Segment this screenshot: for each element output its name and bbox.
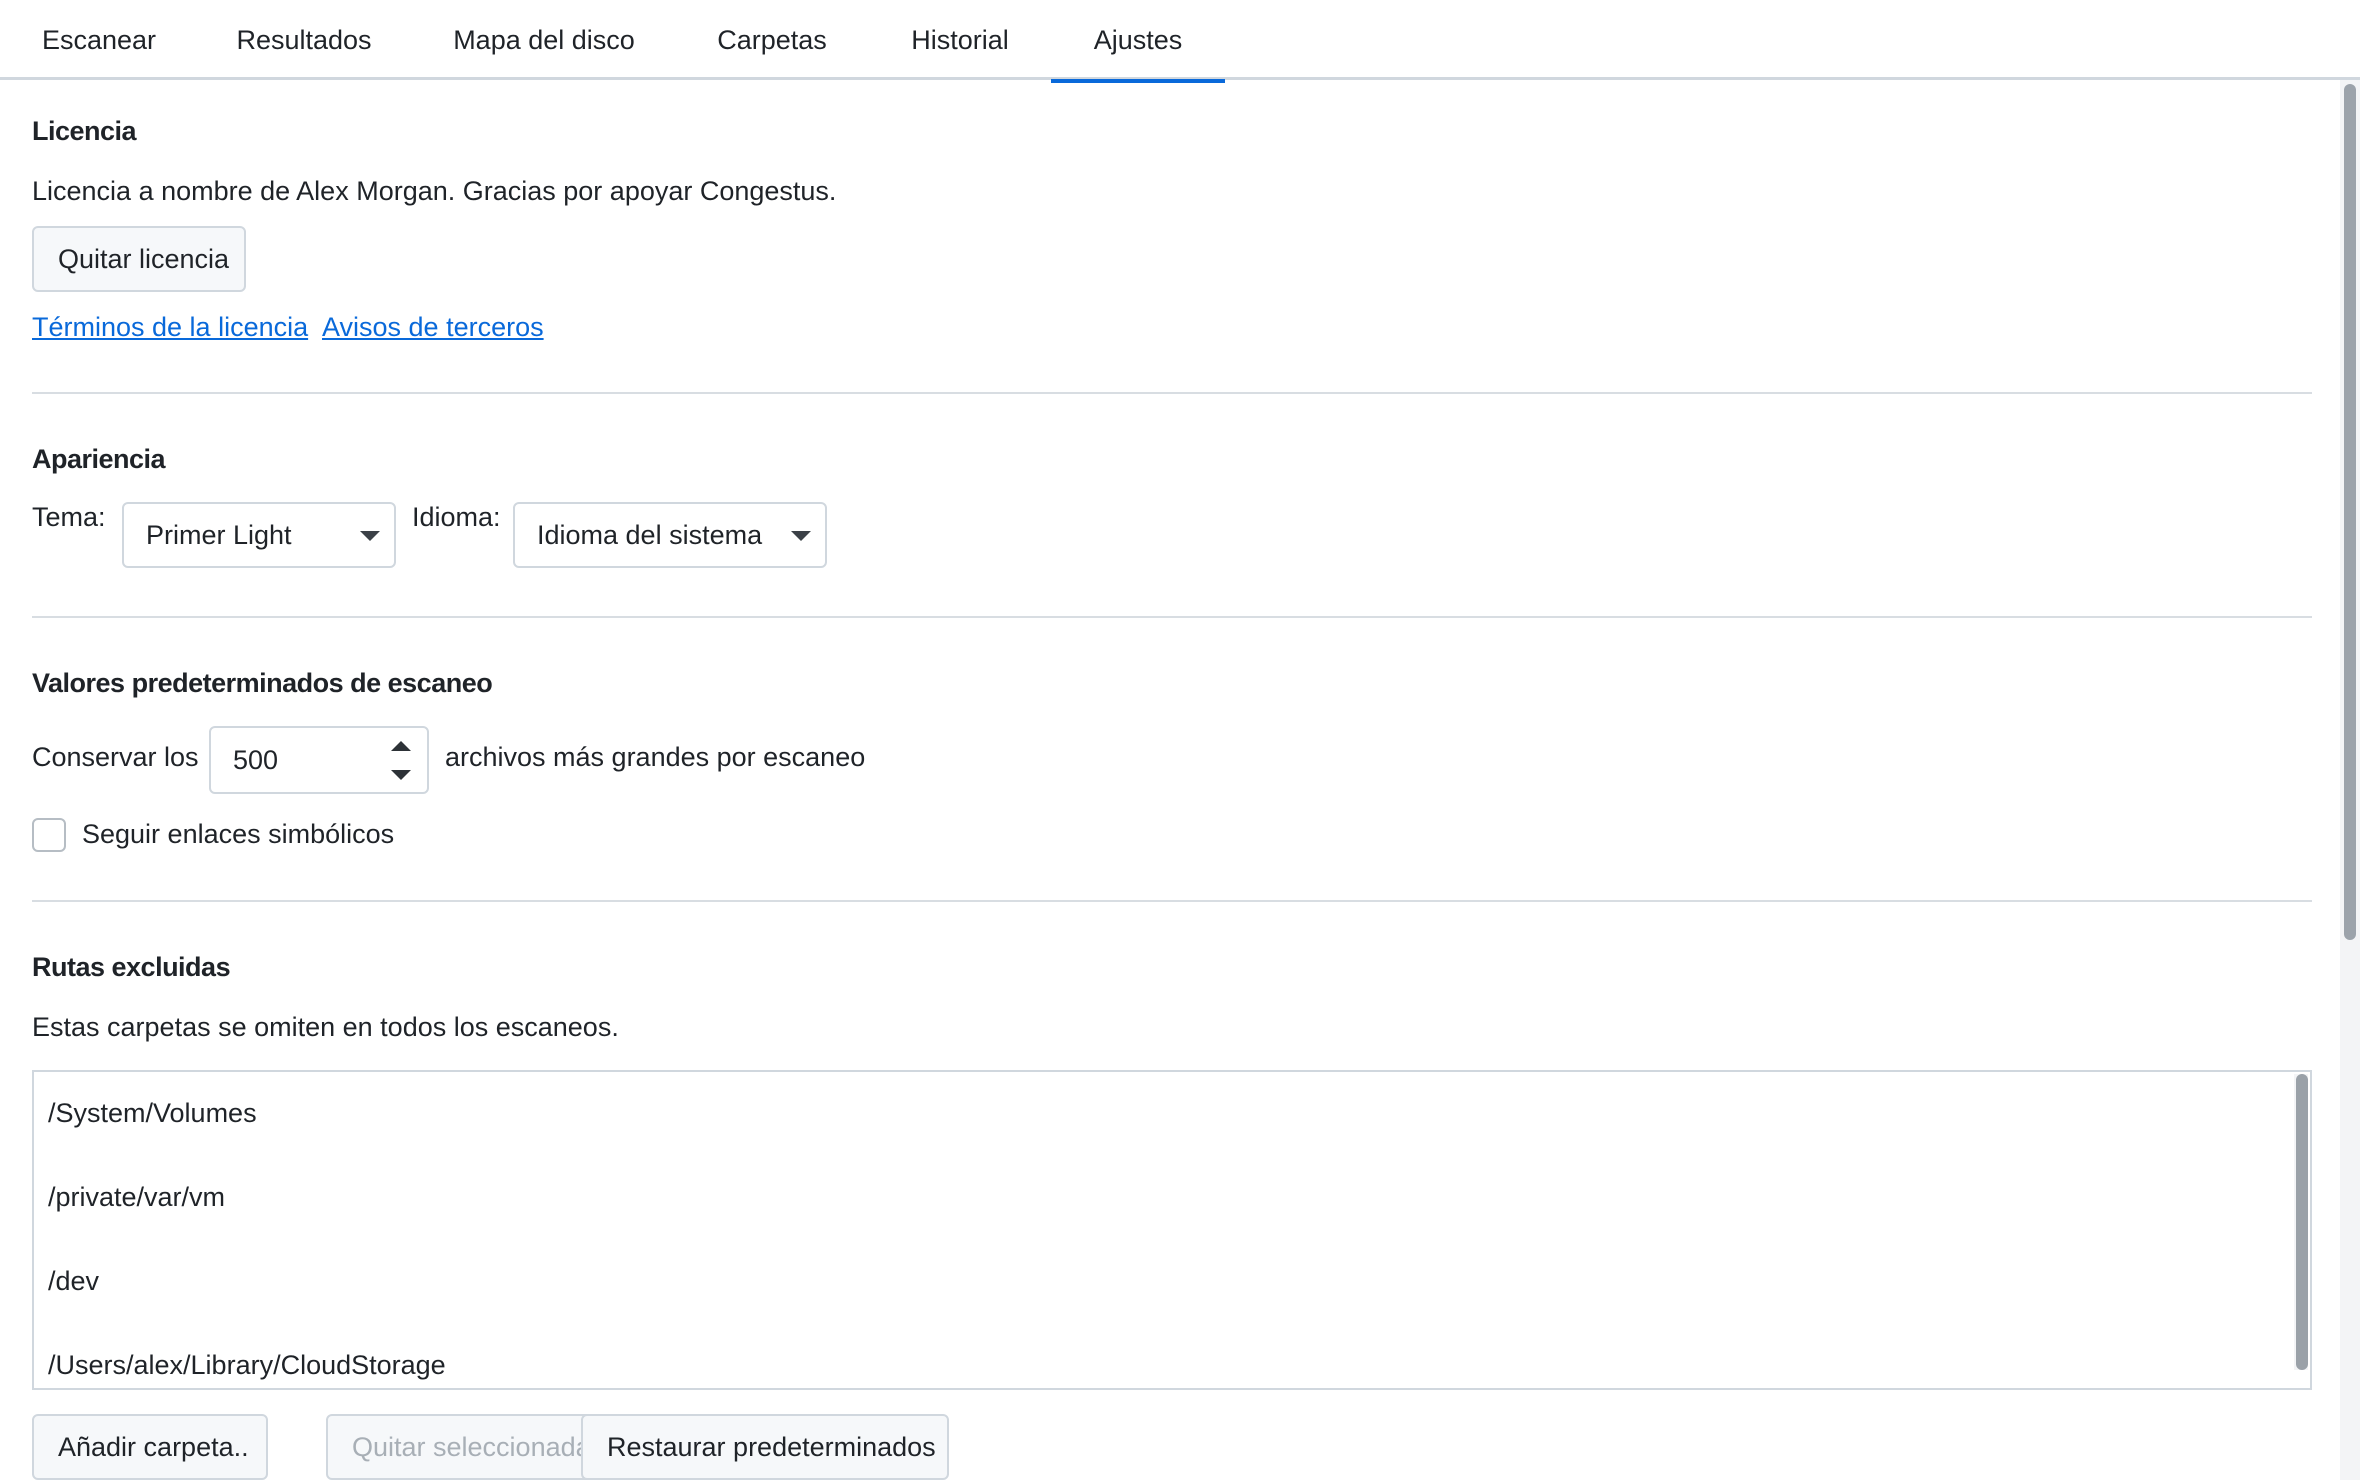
chevron-down-icon[interactable] [391, 770, 411, 780]
language-label: Idioma: [412, 502, 501, 532]
tab-escanear[interactable]: Escanear [20, 0, 178, 80]
chevron-down-icon [791, 531, 811, 541]
divider [32, 616, 2312, 618]
theme-select[interactable]: Primer Light [122, 502, 396, 568]
settings-window: Escanear Resultados Mapa del disco Carpe… [0, 0, 2360, 1480]
tab-resultados[interactable]: Resultados [222, 0, 386, 80]
remove-selected-button: Quitar seleccionada [326, 1414, 596, 1480]
language-select-value: Idioma del sistema [537, 520, 763, 550]
tab-historial[interactable]: Historial [890, 0, 1030, 80]
license-text: Licencia a nombre de Alex Morgan. Gracia… [32, 176, 837, 206]
keep-count-stepper[interactable]: 500 [209, 726, 429, 794]
theme-select-value: Primer Light [146, 520, 292, 550]
tab-bar: Escanear Resultados Mapa del disco Carpe… [0, 0, 2360, 83]
list-item[interactable]: /private/var/vm [48, 1182, 225, 1213]
scan-defaults-section-title: Valores predeterminados de escaneo [32, 668, 493, 698]
excluded-description: Estas carpetas se omiten en todos los es… [32, 1012, 619, 1042]
list-item[interactable]: /System/Volumes [48, 1098, 257, 1129]
list-scrollbar[interactable] [2294, 1074, 2308, 1370]
page-scrollbar[interactable] [2340, 80, 2360, 1480]
third-party-notices-link[interactable]: Avisos de terceros [322, 312, 544, 343]
appearance-section-title: Apariencia [32, 444, 166, 474]
chevron-up-icon[interactable] [391, 741, 411, 751]
remove-license-button[interactable]: Quitar licencia [32, 226, 246, 292]
list-item[interactable]: /dev [48, 1266, 99, 1297]
list-scrollbar-thumb[interactable] [2296, 1074, 2308, 1370]
follow-symlinks-checkbox[interactable] [32, 818, 66, 852]
keep-count-value[interactable]: 500 [233, 728, 278, 792]
list-item[interactable]: /Users/alex/Library/CloudStorage [48, 1350, 446, 1381]
tab-carpetas[interactable]: Carpetas [702, 0, 842, 80]
tab-mapa-del-disco[interactable]: Mapa del disco [440, 0, 648, 80]
keep-suffix-label: archivos más grandes por escaneo [445, 742, 866, 772]
excluded-paths-list[interactable]: /System/Volumes /private/var/vm /dev /Us… [32, 1070, 2312, 1390]
language-select[interactable]: Idioma del sistema [513, 502, 827, 568]
tab-ajustes[interactable]: Ajustes [1051, 0, 1225, 83]
follow-symlinks-label[interactable]: Seguir enlaces simbólicos [82, 819, 394, 850]
theme-label: Tema: [32, 502, 106, 532]
license-section-title: Licencia [32, 116, 137, 146]
excluded-section-title: Rutas excluidas [32, 952, 231, 982]
license-terms-link[interactable]: Términos de la licencia [32, 312, 308, 343]
add-folder-button[interactable]: Añadir carpeta.. [32, 1414, 268, 1480]
keep-prefix-label: Conservar los [32, 742, 199, 772]
stepper-arrows[interactable] [375, 728, 427, 792]
restore-defaults-button[interactable]: Restaurar predeterminados [581, 1414, 949, 1480]
divider [32, 392, 2312, 394]
page-scrollbar-thumb[interactable] [2344, 84, 2356, 940]
chevron-down-icon [360, 531, 380, 541]
divider [32, 900, 2312, 902]
